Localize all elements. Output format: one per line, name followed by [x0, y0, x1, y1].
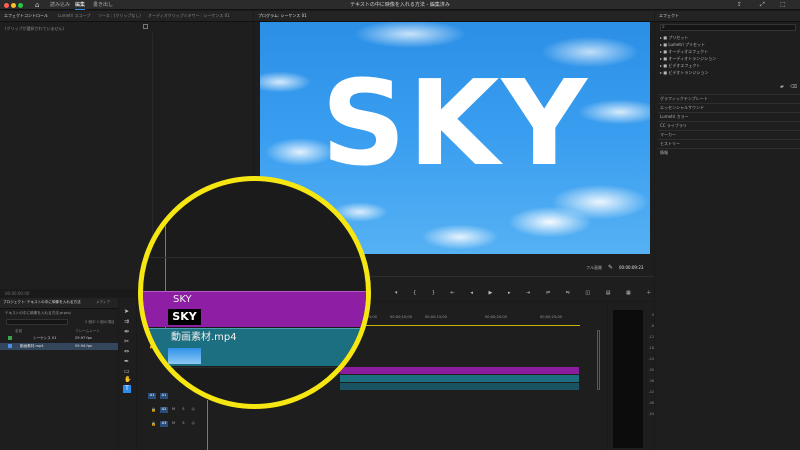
tools-panel: ➤ ⇉ ⇹ ✂ ⇔ ✒ ▭ ✋ T [119, 298, 136, 450]
track-header-a1[interactable]: A1 [160, 393, 168, 399]
panel-info[interactable]: 情報 [658, 148, 800, 156]
empty-message: (クリップが選択されていません) [5, 26, 64, 31]
table-row[interactable]: 動画素材.mp4 59.94 fps [0, 343, 118, 350]
close-window-button[interactable] [4, 3, 9, 8]
panel-lumetri-color[interactable]: Lumetri カラー [658, 112, 800, 120]
zoom-video-thumbnail [168, 348, 201, 364]
window-title: テキストの中に映像を入れる方法 - 編集済み [350, 2, 450, 8]
share-icon[interactable]: ⇪ [737, 1, 742, 9]
track-target-a1[interactable]: A1 [148, 393, 156, 399]
effects-tree-item[interactable]: ▸ ■ ビデオエフェクト [660, 63, 700, 69]
ripple-edit-tool-icon[interactable]: ⇹ [124, 328, 129, 335]
lock-icon[interactable]: 🔒 [151, 407, 156, 412]
audio-meters-panel: 0 -6 -12 -18 -24 -30 -36 -42 -48 -54 [608, 302, 654, 450]
track-header-a3[interactable]: A3 [160, 421, 168, 427]
zoom-window-button[interactable] [18, 3, 23, 8]
tab-project[interactable]: プロジェクト: テキストの中に映像を入れる方法 [3, 300, 81, 305]
search-icon: ⌕ [662, 24, 665, 30]
project-search-input[interactable] [6, 319, 68, 325]
effects-panel: エフェクト [655, 11, 800, 450]
overlay-title-text: SKY [321, 54, 589, 192]
title-bar: ⌂ 読み込み 編集 書き出し テキストの中に映像を入れる方法 - 編集済み ⇪ … [0, 0, 800, 10]
wrench-icon[interactable]: ✎ [608, 264, 613, 271]
track-controls[interactable]: M S ◎ [172, 421, 198, 425]
tab-edit[interactable]: 編集 [75, 1, 86, 10]
trash-icon[interactable]: ⌫ [790, 84, 797, 90]
effects-tree-item[interactable]: ▸ ■ ビデオトランジション [660, 70, 708, 76]
panel-essential-sound[interactable]: エッセンシャルサウンド [658, 103, 800, 111]
ruler-label: 00;00;10;00 [390, 315, 412, 319]
zoom-title-thumbnail: SKY [168, 309, 201, 325]
type-tool-icon[interactable]: T [123, 385, 131, 393]
track-controls[interactable]: M S ◎ [172, 407, 198, 411]
tab-export[interactable]: 書き出し [93, 1, 113, 9]
transport-controls[interactable]: ▾ { } ⇤ ◂ ▶ ▸ ⇥ ⇌ ⇋ ◫ ▤ ▦ ＋ [395, 289, 658, 296]
tab-audio-clip-mixer[interactable]: オーディオクリップミキサー : シーケンス 01 [148, 13, 230, 19]
panel-graphics-templates[interactable]: グラフィックテンプレート [658, 94, 800, 102]
audio-meter [613, 310, 643, 448]
slip-tool-icon[interactable]: ⇔ [124, 348, 129, 355]
tab-effect-controls[interactable]: エフェクトコントロール [4, 13, 48, 19]
item-count: 2 個中 1 個の項目 [85, 320, 115, 324]
track-header-a2[interactable]: A2 [160, 407, 168, 413]
timeline-vertical-scrollbar[interactable] [597, 330, 600, 390]
panel-cc-libraries[interactable]: CC ライブラリ [658, 121, 800, 129]
table-row[interactable]: シーケンス 01 29.97 fps [0, 336, 118, 343]
project-panel: プロジェクト: テキストの中に映像を入れる方法 メディア テキストの中に映像を入… [0, 298, 118, 450]
video-clip-icon [8, 344, 12, 348]
video-clip-timeline[interactable] [340, 375, 579, 382]
track-select-tool-icon[interactable]: ⇉ [124, 318, 129, 325]
work-area-bar[interactable] [340, 325, 580, 326]
hand-tool-icon[interactable]: ✋ [124, 376, 131, 383]
razor-tool-icon[interactable]: ✂ [124, 338, 129, 345]
quick-export-icon[interactable]: ⬚ [780, 1, 786, 9]
lock-icon[interactable]: 🔒 [151, 421, 156, 426]
effects-tree-item[interactable]: ▸ ■ オーディオトランジション [660, 56, 716, 62]
effects-search-input[interactable] [660, 24, 796, 31]
tab-source[interactable]: ソース : (クリップなし) [98, 13, 141, 19]
playhead-line [207, 400, 208, 450]
zoom-title-clip[interactable]: SKY [143, 291, 366, 307]
tab-lumetri-scopes[interactable]: Lumetri スコープ [58, 13, 90, 19]
playback-resolution-select[interactable]: フル画質 [586, 265, 602, 271]
sequence-icon [8, 336, 12, 340]
ruler-label: 00;00;15;00 [425, 315, 447, 319]
effects-tree-item[interactable]: ▸ ■ プリセット [660, 35, 688, 41]
zoom-highlight-circle: SKY SKY 動画素材.mp4 [138, 176, 371, 409]
tab-program-monitor[interactable]: プログラム: シーケンス 01 [258, 13, 307, 19]
column-frame-rate[interactable]: フレームレート [75, 329, 100, 334]
panel-markers[interactable]: マーカー [658, 130, 800, 138]
home-icon[interactable]: ⌂ [35, 1, 39, 9]
program-timecode: 00:00:09:23 [619, 265, 644, 270]
pen-tool-icon[interactable]: ✒ [124, 358, 129, 365]
project-file-name: テキストの中に映像を入れる方法.prproj [5, 311, 71, 315]
effects-tree-item[interactable]: ▸ ■ オーディオエフェクト [660, 49, 708, 55]
title-clip-timeline[interactable] [340, 367, 579, 374]
new-bin-icon[interactable]: ▰ [780, 84, 784, 90]
zoom-video-clip-body [143, 346, 366, 366]
panel-history[interactable]: ヒストリー [658, 139, 800, 147]
column-name[interactable]: 名前 [15, 329, 22, 334]
fullscreen-icon[interactable]: ⤢ [760, 1, 765, 9]
ruler-label: 00;00;20;00 [485, 315, 507, 319]
rectangle-tool-icon[interactable]: ▭ [124, 368, 130, 375]
tab-effects[interactable]: エフェクト [659, 13, 679, 19]
minimize-window-button[interactable] [11, 3, 16, 8]
meter-scale: 0 -6 -12 -18 -24 -30 -36 -42 -48 -54 [648, 313, 654, 416]
tab-media-browser[interactable]: メディア [96, 300, 110, 305]
ruler-label: 00;00;25;00 [540, 315, 562, 319]
zoom-video-clip[interactable]: 動画素材.mp4 [143, 328, 366, 346]
zoom-title-clip-body: SKY [143, 307, 366, 327]
effect-controls-timecode: 00:00:00:00 [5, 291, 30, 296]
panel-toggle-icon[interactable] [143, 24, 148, 29]
audio-clip-timeline[interactable] [340, 383, 579, 390]
tab-import[interactable]: 読み込み [50, 1, 70, 9]
effects-tree-item[interactable]: ▸ ■ Lumetri プリセット [660, 42, 705, 48]
selection-tool-icon[interactable]: ➤ [124, 308, 129, 315]
